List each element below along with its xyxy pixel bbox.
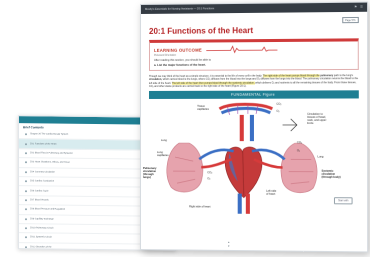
toc-item-label: 20:9 Capillary Exchange <box>30 218 54 220</box>
bullet-icon <box>25 227 27 229</box>
ebook-reader-window: Mosby's Essentials for Nursing Assistant… <box>140 2 368 253</box>
bullet-icon <box>25 209 27 211</box>
bullet-icon <box>25 237 27 239</box>
label-co2-left: CO₂ <box>207 171 212 174</box>
bullet-icon <box>25 152 27 154</box>
label-left-side-heart: Left side of heart <box>266 190 276 196</box>
bullet-icon <box>25 246 27 248</box>
left-lung <box>167 143 203 192</box>
page-scroll-indicator[interactable]: ▲ ▼ <box>228 241 230 248</box>
heart <box>225 147 262 198</box>
label-right-side-heart: Right side of heart <box>189 206 210 209</box>
label-systemic-circulation: Systemic circulation (through body) <box>322 170 341 179</box>
heartbeat-line-icon <box>206 45 277 54</box>
toc-item-label: 20:4 Coronary Circulation <box>30 171 55 173</box>
toc-item-label: 20:2 Blood Flow in Pulmonary and Systemi… <box>30 152 73 154</box>
bullet-icon <box>25 143 27 145</box>
toc-item-label: 20:8 Blood Pressure and Regulation <box>30 209 65 211</box>
circulation-figure: Tissue capillaries CO₂ O₂ Circulation to… <box>149 101 359 215</box>
label-co2-right: CO₂ <box>297 141 302 144</box>
label-lung-left: Lung <box>161 139 167 142</box>
bullet-icon <box>25 180 27 182</box>
learning-outcome-header: LEARNING OUTCOME <box>154 44 354 53</box>
page-number-chip[interactable]: Page 571 <box>342 17 359 23</box>
menu-icon[interactable]: ☰ <box>360 6 363 9</box>
bullet-icon <box>25 199 27 201</box>
bullet-icon <box>25 171 27 173</box>
label-co2-top: CO₂ <box>276 103 281 106</box>
reader-page: Page 571 20:1 Functions of the Heart LEA… <box>141 12 367 215</box>
bullet-icon <box>25 162 27 164</box>
toc-item-label: 20:12 Disorders of the <box>30 246 52 248</box>
label-lung-right: Lung <box>317 156 323 159</box>
learning-outcome-subtitle: Prelesson/Orientation <box>154 54 354 57</box>
tissue-capillary-bed <box>219 104 272 115</box>
toc-item-label: 20:10 Pulmonary Circuit <box>30 227 53 229</box>
figure-banner: FUNDAMENTAL Figure <box>149 91 359 100</box>
label-tissue-capillaries: Tissue capillaries <box>197 105 209 111</box>
circulation-diagram <box>149 101 359 215</box>
toc-item-label: 20:3 Heart Chambers, Valves, and Great <box>30 162 69 164</box>
breadcrumb[interactable]: Mosby's Essentials for Nursing Assistant… <box>145 7 214 11</box>
screenshot-scene: Brief Contents Chapter 20 The Cardiovasc… <box>0 0 370 257</box>
chevron-up-icon[interactable]: ▲ <box>228 241 230 244</box>
toc-item-label: Chapter 20 The Cardiovascular System <box>30 133 68 135</box>
bullet-icon <box>25 190 27 192</box>
label-o2-left: O₂ <box>207 177 210 180</box>
section-title: 20:1 Functions of the Heart <box>149 25 359 36</box>
toc-item-label: 20:5 Cardiac Conduction <box>30 180 54 182</box>
figure-start-button[interactable]: Start with <box>334 197 353 204</box>
label-pulmonary-circulation: Pulmonary circulation (through lungs) <box>143 167 156 179</box>
learning-outcome-title: LEARNING OUTCOME <box>154 47 202 52</box>
toc-item-label: 20:7 Blood Vessels <box>30 199 49 201</box>
bullet-icon <box>25 218 27 220</box>
toc-item-label: 20:11 Systemic Circuit <box>30 237 52 239</box>
bookmark-icon[interactable]: ⚑ <box>354 6 357 9</box>
toc-item-label: 20:1 Functions of the Heart <box>30 143 56 145</box>
toc-item-label: 20:6 Cardiac Cycle <box>30 190 48 192</box>
label-o2-right: O₂ <box>297 149 300 152</box>
topbar-actions: ⚑ ☰ <box>354 6 363 9</box>
label-circulation-to-tissues: Circulation to tissues of head, neck, an… <box>307 113 326 125</box>
learning-outcome-item: a. List the major functions of the heart… <box>154 62 354 67</box>
learning-outcome-box: LEARNING OUTCOME Prelesson/Orientation A… <box>149 38 359 71</box>
label-o2-top: O₂ <box>276 110 279 113</box>
chevron-down-icon[interactable]: ▼ <box>228 245 230 248</box>
body-paragraph: Though we may think of the heart as a si… <box>149 74 359 88</box>
label-lung-capillaries: Lung capillaries <box>157 151 169 157</box>
bullet-icon <box>25 133 27 135</box>
